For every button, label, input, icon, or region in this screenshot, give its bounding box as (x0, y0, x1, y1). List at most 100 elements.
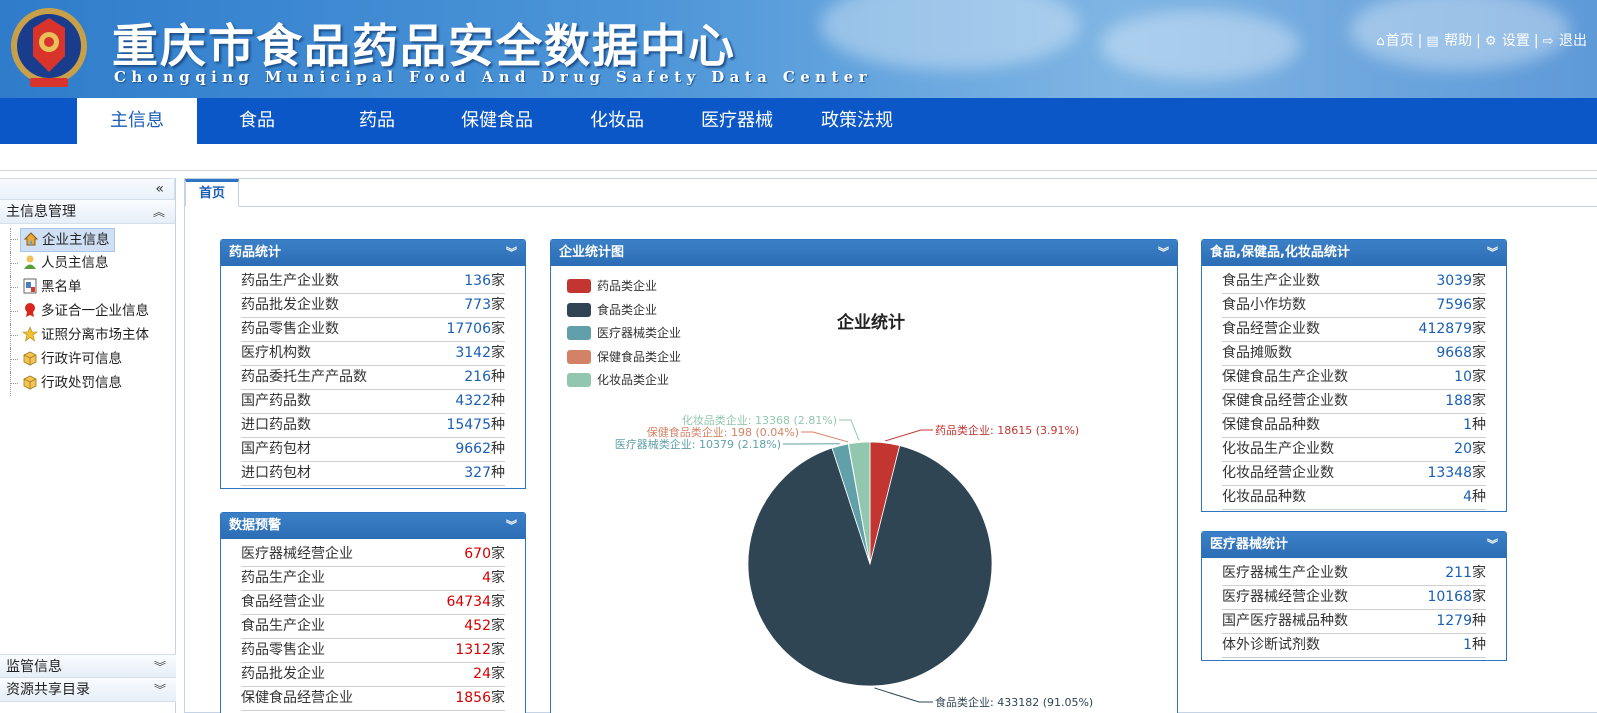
stat-label: 食品摊贩数 (1222, 345, 1292, 361)
stat-value[interactable]: 1 (1463, 637, 1472, 653)
stat-value[interactable]: 327 (464, 465, 491, 481)
divider (0, 170, 1597, 171)
stat-value[interactable]: 452 (464, 618, 491, 634)
stat-label: 国产医疗器械品种数 (1222, 613, 1348, 629)
stat-label: 体外诊断试剂数 (1222, 637, 1320, 653)
stat-unit: 种 (491, 369, 505, 385)
nav-policy[interactable]: 政策法规 (797, 98, 917, 144)
sidebar-item-personnel[interactable]: 人员主信息 (10, 252, 175, 276)
stat-unit: 家 (1472, 589, 1486, 605)
stat-value[interactable]: 10168 (1427, 589, 1472, 605)
stat-unit: 家 (491, 297, 505, 313)
nav-medical-devices[interactable]: 医疗器械 (677, 98, 797, 144)
stat-row: 药品批发企业 24家 (241, 663, 505, 687)
main-content: 首页 药品统计 ︾ 药品生产企业数 136家 药品批发企业数 773家 药品零售企业数 17… (184, 178, 1597, 713)
logout-link[interactable]: ⇨ 退出 (1543, 33, 1587, 49)
stat-value[interactable]: 1312 (455, 642, 491, 658)
sidebar-item-admin-penalty[interactable]: 行政处罚信息 (10, 372, 175, 396)
sidebar-item-admin-license[interactable]: 行政许可信息 (10, 348, 175, 372)
star-icon (22, 326, 38, 342)
collapse-icon[interactable]: ︾ (506, 513, 517, 539)
stat-value[interactable]: 17706 (446, 321, 491, 337)
site-subtitle: Chongqing Municipal Food And Drug Safety… (114, 68, 873, 86)
sidebar-group-main-info[interactable]: 主信息管理 ︽ (0, 200, 175, 224)
tab-home[interactable]: 首页 (185, 179, 239, 207)
stat-unit: 家 (491, 666, 505, 682)
stat-row: 食品经营企业 64734家 (241, 591, 505, 615)
sidebar-item-enterprise[interactable]: 企业主信息 (10, 228, 175, 252)
stat-row: 保健食品经营企业 1856家 (241, 687, 505, 711)
stat-value[interactable]: 136 (464, 273, 491, 289)
pie-label: 医疗器械类企业: 10379 (2.18%) (615, 437, 781, 451)
sidebar-collapse-button[interactable]: « (0, 178, 175, 200)
stat-value[interactable]: 20 (1454, 441, 1472, 457)
nav-cosmetics[interactable]: 化妆品 (557, 98, 677, 144)
home-link[interactable]: ⌂首页 (1376, 33, 1413, 49)
stat-value[interactable]: 4 (482, 570, 491, 586)
stat-label: 进口药品数 (241, 417, 311, 433)
collapse-icon[interactable]: ︾ (506, 240, 517, 266)
stat-value[interactable]: 211 (1445, 565, 1472, 581)
nav-main-info[interactable]: 主信息 (77, 98, 197, 144)
nav-health-food[interactable]: 保健食品 (437, 98, 557, 144)
site-title: 重庆市食品药品安全数据中心 (112, 19, 736, 73)
sidebar-item-multi-cert[interactable]: 多证合一企业信息 (10, 300, 175, 324)
device-stats-list: 医疗器械生产企业数 211家 医疗器械经营企业数 10168家 国产医疗器械品种数 127… (1202, 558, 1506, 658)
sidebar-group-supervision[interactable]: 监管信息 ︾ (0, 654, 176, 678)
stat-unit: 家 (491, 570, 505, 586)
panel-data-warning: 数据预警 ︾ 医疗器械经营企业 670家 药品生产企业 4家 食品经营企业 64734家 食品… (220, 512, 526, 713)
chevron-down-icon: ︾ (153, 683, 166, 697)
stat-row: 食品生产企业数 3039家 (1222, 270, 1486, 294)
stat-value[interactable]: 10 (1454, 369, 1472, 385)
stat-value[interactable]: 188 (1445, 393, 1472, 409)
help-link[interactable]: ▤ 帮助 (1426, 33, 1472, 49)
stat-row: 化妆品经营企业数 13348家 (1222, 462, 1486, 486)
stat-value[interactable]: 24 (473, 666, 491, 682)
stat-value[interactable]: 412879 (1419, 321, 1472, 337)
stat-label: 医疗器械生产企业数 (1222, 565, 1348, 581)
stat-value[interactable]: 773 (464, 297, 491, 313)
stat-label: 药品生产企业数 (241, 273, 339, 289)
site-header: 重庆市食品药品安全数据中心 Chongqing Municipal Food A… (0, 0, 1597, 98)
stat-value[interactable]: 9668 (1436, 345, 1472, 361)
stat-value[interactable]: 3142 (455, 345, 491, 361)
data-warning-list: 医疗器械经营企业 670家 药品生产企业 4家 食品经营企业 64734家 食品生产企业 45… (221, 539, 525, 711)
stat-row: 药品生产企业数 136家 (241, 270, 505, 294)
stat-value[interactable]: 3039 (1436, 273, 1472, 289)
stat-unit: 家 (1472, 321, 1486, 337)
stat-value[interactable]: 9662 (455, 441, 491, 457)
stat-row: 国产药品数 4322种 (241, 390, 505, 414)
sidebar: « 主信息管理 ︽ 企业主信息 人员主信息 黑名单 多证合一企业信息 证照分离市… (0, 178, 176, 713)
stat-label: 化妆品品种数 (1222, 489, 1306, 505)
nav-food[interactable]: 食品 (197, 98, 317, 144)
stat-value[interactable]: 7596 (1436, 297, 1472, 313)
nav-drug[interactable]: 药品 (317, 98, 437, 144)
sidebar-item-license-separation[interactable]: 证照分离市场主体 (10, 324, 175, 348)
stat-value[interactable]: 1856 (455, 690, 491, 706)
stat-label: 食品经营企业数 (1222, 321, 1320, 337)
stat-value[interactable]: 4 (1463, 489, 1472, 505)
collapse-icon[interactable]: ︾ (1487, 240, 1498, 266)
chart-area: 药品类企业 食品类企业 医疗器械类企业 保健食品类企业 化妆品类企业 企业统计 药品类企… (551, 266, 1177, 713)
sidebar-group-resource-sharing[interactable]: 资源共享目录 ︾ (0, 678, 176, 702)
sidebar-item-blacklist[interactable]: 黑名单 (10, 276, 175, 300)
stat-unit: 种 (491, 417, 505, 433)
settings-link[interactable]: ⚙ 设置 (1485, 33, 1530, 49)
collapse-icon[interactable]: ︾ (1158, 240, 1169, 266)
collapse-icon[interactable]: ︾ (1487, 532, 1498, 558)
stat-value[interactable]: 15475 (446, 417, 491, 433)
stat-value[interactable]: 4322 (455, 393, 491, 409)
stat-label: 保健食品经营企业数 (1222, 393, 1348, 409)
stat-value[interactable]: 1 (1463, 417, 1472, 433)
stat-value[interactable]: 1279 (1436, 613, 1472, 629)
stat-value[interactable]: 216 (464, 369, 491, 385)
stat-value[interactable]: 670 (464, 546, 491, 562)
stat-label: 医疗器械经营企业 (241, 546, 353, 562)
stat-unit: 种 (1472, 613, 1486, 629)
stat-label: 化妆品经营企业数 (1222, 465, 1334, 481)
panel-food-stats: 食品,保健品,化妆品统计 ︾ 食品生产企业数 3039家 食品小作坊数 7596家 食品经… (1201, 239, 1507, 512)
stat-row: 食品小作坊数 7596家 (1222, 294, 1486, 318)
drug-stats-list: 药品生产企业数 136家 药品批发企业数 773家 药品零售企业数 17706家 医疗机构数… (221, 266, 525, 486)
stat-value[interactable]: 64734 (446, 594, 491, 610)
stat-value[interactable]: 13348 (1427, 465, 1472, 481)
